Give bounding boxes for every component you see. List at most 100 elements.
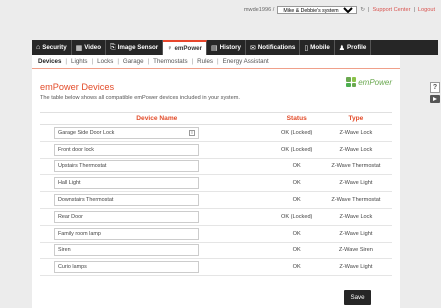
device-name: Front door lock: [58, 146, 94, 153]
tab-label: Security: [42, 44, 67, 51]
device-status: OK: [273, 191, 320, 209]
page-title: emPower Devices: [40, 82, 115, 92]
save-button[interactable]: Save: [344, 290, 371, 305]
tab-mobile[interactable]: ▯ Mobile: [300, 40, 335, 55]
device-name-field[interactable]: Downstairs Thermostat: [54, 194, 199, 207]
table-row: Garage Side Door Lock ≡ OK (Locked) Z-Wav…: [40, 124, 392, 142]
top-bar: mwde1996 / Mike & Debbie's system ↻ | Su…: [244, 6, 435, 14]
device-name: Curio lamps: [58, 264, 87, 271]
mobile-icon: ▯: [304, 44, 309, 52]
empower-logo-icon: [346, 77, 357, 87]
subnav-garage[interactable]: Garage: [123, 58, 144, 65]
tab-image-sensor[interactable]: ⎘ Image Sensor: [106, 40, 164, 55]
device-type: Z-Wave Siren: [319, 242, 392, 260]
tab-history[interactable]: ▤ History: [207, 40, 246, 55]
tab-security[interactable]: ⌂ Security: [32, 40, 72, 55]
device-type: Z-Wave Lock: [319, 124, 392, 142]
tab-label: emPower: [174, 45, 202, 52]
main-nav: ⌂ Security ▦ Video ⎘ Image Sensor ♀ emPower …: [32, 40, 438, 55]
device-name: Family room lamp: [58, 230, 101, 237]
device-name-field[interactable]: Hall Light: [54, 177, 199, 190]
person-icon: ♟: [338, 44, 346, 52]
column-header-device-name: Device Name: [40, 112, 274, 125]
device-type: Z-Wave Light: [319, 258, 392, 277]
device-name-field[interactable]: Garage Side Door Lock ≡: [54, 126, 199, 139]
tab-label: Video: [84, 44, 102, 51]
table-row: Hall Light OK Z-Wave Light: [40, 174, 392, 193]
logout-link[interactable]: Logout: [418, 7, 435, 13]
subnav-energy-assistant[interactable]: Energy Assistant: [223, 58, 269, 65]
video-icon: ▦: [75, 44, 83, 52]
tab-label: History: [219, 44, 241, 51]
devices-table: Device Name Status Type Garage Side Door…: [40, 112, 392, 277]
device-status: OK: [273, 158, 320, 176]
device-status: OK: [273, 174, 320, 193]
logo-text: emPower: [358, 77, 392, 87]
subnav-devices[interactable]: Devices: [38, 58, 61, 65]
device-type: Z-Wave Thermostat: [319, 158, 392, 176]
column-header-status: Status: [273, 112, 320, 125]
tab-label: Notifications: [257, 44, 296, 51]
device-name: Garage Side Door Lock: [58, 129, 115, 136]
device-type: Z-Wave Light: [319, 225, 392, 243]
tab-label: Profile: [347, 44, 367, 51]
table-row: Downstairs Thermostat OK Z-Wave Thermost…: [40, 191, 392, 209]
table-row: Siren OK Z-Wave Siren: [40, 242, 392, 260]
device-type: Z-Wave Lock: [319, 208, 392, 226]
subnav-rules[interactable]: Rules: [197, 58, 213, 65]
tab-label: Image Sensor: [117, 44, 159, 51]
content-panel: Devices | Lights | Locks | Garage | Thermost…: [32, 55, 400, 308]
device-status: OK (Locked): [273, 208, 320, 226]
table-row: Curio lamps OK Z-Wave Light: [40, 258, 392, 277]
device-name-field[interactable]: Family room lamp: [54, 227, 199, 240]
device-type: Z-Wave Thermostat: [319, 191, 392, 209]
envelope-icon: ✉: [249, 44, 256, 52]
device-type: Z-Wave Lock: [319, 141, 392, 159]
tab-empower[interactable]: ♀ emPower: [163, 40, 207, 55]
table-row: Upstairs Thermostat OK Z-Wave Thermostat: [40, 158, 392, 176]
table-row: Rear Door OK (Locked) Z-Wave Lock: [40, 208, 392, 226]
separator: |: [368, 7, 370, 13]
support-center-link[interactable]: Support Center: [373, 7, 411, 13]
device-status: OK (Locked): [273, 124, 320, 142]
image-sensor-icon: ⎘: [110, 43, 116, 51]
device-status: OK: [273, 242, 320, 260]
device-status: OK: [273, 225, 320, 243]
empower-logo: emPower: [346, 77, 392, 87]
edit-icon[interactable]: ≡: [189, 129, 195, 136]
bulb-icon: ♀: [167, 45, 173, 52]
page-description: The table below shows all compatible emP…: [40, 95, 240, 101]
table-row: Front door lock OK (Locked) Z-Wave Lock: [40, 141, 392, 159]
home-icon: ⌂: [36, 44, 41, 51]
device-status: OK: [273, 258, 320, 277]
video-help-icon[interactable]: [430, 95, 440, 103]
table-row: Family room lamp OK Z-Wave Light: [40, 225, 392, 243]
device-status: OK (Locked): [273, 141, 320, 159]
tab-notifications[interactable]: ✉ Notifications: [246, 40, 301, 55]
column-header-type: Type: [319, 112, 392, 125]
tab-video[interactable]: ▦ Video: [72, 40, 107, 55]
device-name-field[interactable]: Front door lock: [54, 143, 199, 156]
system-select[interactable]: Mike & Debbie's system: [277, 6, 358, 14]
device-name-field[interactable]: Rear Door: [54, 210, 199, 223]
device-name: Downstairs Thermostat: [58, 197, 114, 204]
device-name: Upstairs Thermostat: [58, 163, 107, 170]
subnav-locks[interactable]: Locks: [97, 58, 113, 65]
tab-profile[interactable]: ♟ Profile: [335, 40, 372, 55]
history-icon: ▤: [211, 44, 218, 52]
subnav-lights[interactable]: Lights: [71, 58, 88, 65]
device-name: Siren: [58, 247, 71, 254]
device-name-field[interactable]: Siren: [54, 244, 199, 257]
device-name-field[interactable]: Upstairs Thermostat: [54, 160, 199, 173]
device-type: Z-Wave Light: [319, 174, 392, 193]
separator: |: [413, 7, 415, 13]
username-label: mwde1996 /: [243, 7, 275, 13]
tab-label: Mobile: [310, 44, 330, 51]
device-name: Rear Door: [58, 213, 83, 220]
subnav-thermostats[interactable]: Thermostats: [153, 58, 187, 65]
device-name-field[interactable]: Curio lamps: [54, 261, 199, 274]
device-name: Hall Light: [58, 180, 81, 187]
refresh-icon[interactable]: ↻: [360, 7, 365, 13]
help-button[interactable]: ?: [430, 82, 440, 93]
sub-navigation: Devices | Lights | Locks | Garage | Thermost…: [32, 55, 400, 69]
